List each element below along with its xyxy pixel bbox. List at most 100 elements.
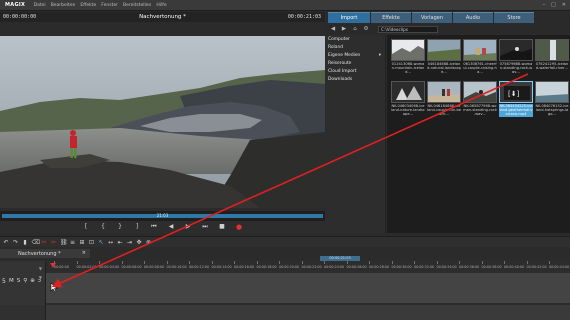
- media-thumbnail[interactable]: NK-065877968-woman-standing-rock-wav…: [463, 81, 497, 117]
- play-button[interactable]: ▶: [184, 223, 192, 231]
- ruler-tick: [369, 261, 370, 264]
- marker-icon[interactable]: ▮: [22, 239, 28, 246]
- media-file-grid: 012413068-woman-mountain-iceland… 046184…: [387, 35, 570, 233]
- duration-timecode: 00:00:21:03: [287, 14, 321, 20]
- menu-hilfe[interactable]: Hilfe: [154, 3, 169, 8]
- ruler-tick: [99, 261, 100, 264]
- set-in-point-button[interactable]: [: [82, 223, 90, 231]
- media-thumbnail[interactable]: 061308761-cheerful-couple-raising-ha…: [463, 39, 497, 75]
- thumbnail-image: [427, 81, 461, 103]
- skip-forward-button[interactable]: ⏭: [201, 223, 209, 231]
- back-icon[interactable]: ◀: [330, 26, 336, 32]
- sidebar-item-label: Eigene Medien: [328, 52, 361, 58]
- trim-left-icon[interactable]: ⇤: [117, 239, 123, 246]
- add-icon[interactable]: ⊕: [30, 278, 35, 284]
- grid-icon[interactable]: ⊞: [79, 239, 85, 246]
- timeline-track-lane[interactable]: [46, 273, 570, 303]
- menu-datei[interactable]: Datei: [31, 3, 48, 8]
- tab-audio[interactable]: Audio: [453, 12, 493, 23]
- move-icon[interactable]: ✥: [136, 239, 142, 246]
- set-out-marker-button[interactable]: }: [116, 223, 124, 231]
- undo-icon[interactable]: ↶: [3, 239, 9, 246]
- ruler-tick: [346, 261, 348, 264]
- sidebar-item-reiseroute[interactable]: Reiseroute: [326, 59, 385, 67]
- folder-path-field[interactable]: C:\Videoclips: [378, 25, 438, 33]
- pointer-icon[interactable]: ↖: [98, 239, 104, 246]
- collapse-icon[interactable]: ▼: [39, 275, 42, 280]
- ruler-tick: [324, 261, 325, 264]
- tab-vorlagen[interactable]: Vorlagen: [412, 12, 452, 23]
- timeline-toolbar: ↶ ↷ ▮ ⌫ ✂ ✂ ⛓ ≡ ⊞ ⊡ ↖ ↔ ⇤ ⇥ ✥ ⊗: [0, 236, 570, 247]
- settings-icon[interactable]: ⚙: [363, 26, 369, 32]
- thumbnail-image: [⬇]: [499, 81, 533, 103]
- forward-icon[interactable]: ▶: [341, 26, 347, 32]
- track-number: 5: [2, 278, 6, 285]
- chevron-down-icon[interactable]: ▾: [379, 53, 381, 58]
- remove-gap-icon[interactable]: ⊗: [146, 239, 152, 246]
- menu-effekte[interactable]: Effekte: [78, 3, 99, 8]
- sidebar-item-eigene-medien[interactable]: Eigene Medien ▾: [326, 51, 385, 59]
- stretch-icon[interactable]: ↔: [108, 239, 114, 246]
- media-thumbnail[interactable]: NK-084076152-iceland-hotsprings-lago…: [535, 81, 569, 117]
- sidebar-item-roland[interactable]: Roland: [326, 43, 385, 51]
- sidebar-item-cloud-import[interactable]: Cloud Import: [326, 67, 385, 75]
- stop-button[interactable]: ■: [218, 223, 226, 231]
- cut-icon[interactable]: ✂: [41, 239, 47, 246]
- redo-icon[interactable]: ↷: [13, 239, 19, 246]
- tab-import[interactable]: Import: [328, 12, 370, 23]
- menu-bearbeiten[interactable]: Bearbeiten: [48, 3, 78, 8]
- thumbnail-image: [463, 81, 497, 103]
- ruler-tick-label: 00:00:22:00: [301, 265, 322, 269]
- media-thumbnail[interactable]: NK-046034068-iceland-nature-landscape…: [391, 81, 425, 117]
- ruler-tick: [391, 261, 393, 264]
- record-button[interactable]: ●: [235, 223, 243, 231]
- ruler-tick: [414, 261, 415, 264]
- home-icon[interactable]: ⌂: [352, 26, 358, 32]
- set-out-point-button[interactable]: ]: [133, 223, 141, 231]
- collapse-icon[interactable]: ▼: [39, 266, 42, 271]
- thumbnail-image: [499, 39, 533, 61]
- snap-icon[interactable]: ⊡: [89, 239, 95, 246]
- group-icon[interactable]: ⛓: [60, 239, 68, 246]
- video-preview[interactable]: [0, 36, 325, 208]
- tab-project-nachvertonung[interactable]: Nachvertonung * ×: [0, 249, 90, 258]
- thumbnail-caption: NK-084076152-iceland-hotsprings-lago…: [535, 104, 569, 117]
- list-icon[interactable]: ≡: [70, 239, 76, 246]
- lock-icon[interactable]: ⚲: [23, 278, 27, 284]
- timeline-track-lane-empty[interactable]: [46, 305, 570, 320]
- sidebar-item-downloads[interactable]: Downloads: [326, 75, 385, 83]
- delete-icon[interactable]: ⌫: [32, 239, 40, 246]
- media-pool-sidebar: Computer Roland Eigene Medien ▾ Reiserout…: [326, 35, 386, 233]
- media-thumbnail-selected[interactable]: [⬇] NK-084404225-iceland-geothermal-volc…: [499, 81, 533, 117]
- ruler-tick-label: 00:00:08:00: [144, 265, 165, 269]
- media-thumbnail[interactable]: 075879668-woman-standing-rock-wav…: [499, 39, 533, 75]
- ruler-tick-label: 00:00:16:00: [234, 265, 255, 269]
- tab-effekte[interactable]: Effekte: [371, 12, 411, 23]
- minimize-icon[interactable]: –: [543, 2, 546, 8]
- ruler-tick: [211, 261, 213, 264]
- mute-button[interactable]: M: [9, 278, 14, 284]
- set-in-marker-button[interactable]: {: [99, 223, 107, 231]
- split-icon[interactable]: ✂: [51, 239, 57, 246]
- menu-fenster[interactable]: Fenster: [99, 3, 121, 8]
- trim-right-icon[interactable]: ⇥: [127, 239, 133, 246]
- menu-bereitstellen[interactable]: Bereitstellen: [120, 3, 153, 8]
- close-icon[interactable]: ✕: [562, 2, 566, 8]
- timeline-ruler[interactable]: 00:00:00 00:00:02:00 00:00:04:00 00:00:06:0…: [46, 261, 570, 273]
- media-thumbnail[interactable]: 046184668-iceland-natural-landscape…: [427, 39, 461, 75]
- skip-back-button[interactable]: ⏮: [150, 223, 158, 231]
- maximize-icon[interactable]: □: [551, 2, 556, 8]
- play-reverse-button[interactable]: ◀: [167, 223, 175, 231]
- track-header: 5 M S ⚲ ⊕ ↄ ▼ ▼: [0, 261, 46, 305]
- solo-button[interactable]: S: [17, 278, 21, 284]
- ruler-tick-label: 00:00:28:00: [369, 265, 390, 269]
- media-thumbnail[interactable]: 076241295-iceland-waterfall-river…: [535, 39, 569, 70]
- scrub-bar[interactable]: 21:03: [0, 211, 325, 221]
- thumbnail-caption: 075879668-woman-standing-rock-wav…: [499, 62, 533, 75]
- sidebar-item-computer[interactable]: Computer: [326, 35, 385, 43]
- media-thumbnail[interactable]: 012413068-woman-mountain-iceland…: [391, 39, 425, 75]
- tab-store[interactable]: Store: [494, 12, 534, 23]
- media-thumbnail[interactable]: NK-046184668-iceland-couple-fun-beach…: [427, 81, 461, 117]
- close-tab-icon[interactable]: ×: [82, 250, 86, 256]
- thumbnail-image: [391, 81, 425, 103]
